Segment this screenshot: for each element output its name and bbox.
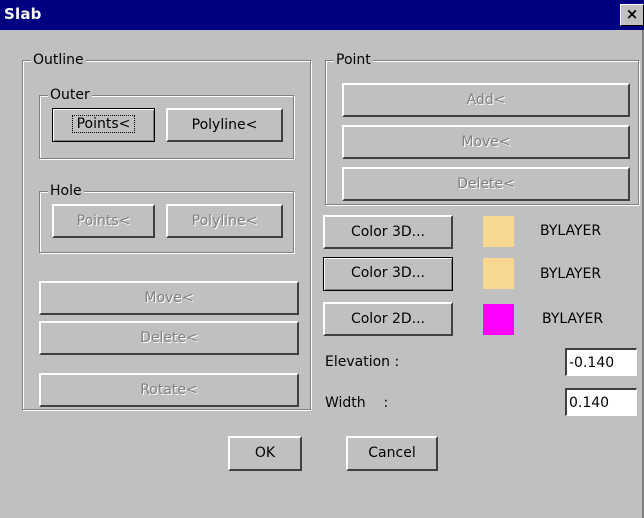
title-bar[interactable]: Slab × — [0, 0, 644, 30]
elevation-label: Elevation : — [325, 354, 400, 370]
color-2d-label: Color 2D... — [350, 311, 426, 327]
hole-label: Hole — [48, 182, 84, 200]
width-label: Width : — [325, 395, 389, 411]
color-3d-second-label: Color 3D... — [350, 265, 426, 281]
outer-label: Outer — [48, 86, 92, 104]
color-2d-swatch — [483, 304, 514, 335]
color-3d-second-value: BYLAYER — [540, 266, 602, 282]
point-group: Point Add< Move< Delete< — [325, 51, 639, 205]
ok-label: OK — [254, 445, 276, 461]
point-add-button[interactable]: Add< — [342, 83, 630, 117]
point-delete-label: Delete< — [457, 176, 515, 192]
hole-polyline-label: Polyline< — [191, 213, 258, 229]
color-3d-value: BYLAYER — [540, 223, 602, 239]
outline-group: Outline Outer Points< Polyline< Hole Poi… — [22, 51, 311, 410]
color-3d-button[interactable]: Color 3D... — [323, 215, 453, 249]
outer-polyline-label: Polyline< — [191, 117, 258, 133]
color-2d-button[interactable]: Color 2D... — [323, 302, 453, 336]
outline-label: Outline — [31, 51, 86, 69]
width-field[interactable] — [565, 388, 637, 416]
close-button[interactable]: × — [620, 4, 644, 26]
outline-rotate-button[interactable]: Rotate< — [39, 373, 299, 407]
outer-polyline-button[interactable]: Polyline< — [166, 108, 283, 142]
outer-points-label: Points< — [71, 115, 136, 133]
color-3d-swatch — [483, 216, 514, 247]
color-3d-label: Color 3D... — [350, 224, 426, 240]
slab-dialog: Slab × Outline Outer Points< Polyline< H… — [0, 0, 644, 518]
color-3d-second-swatch — [483, 258, 514, 289]
outline-delete-button[interactable]: Delete< — [39, 321, 299, 355]
outline-delete-label: Delete< — [140, 330, 198, 346]
close-icon: × — [625, 5, 639, 23]
outer-group: Outer Points< Polyline< — [39, 86, 294, 159]
hole-points-label: Points< — [76, 213, 131, 229]
hole-polyline-button[interactable]: Polyline< — [166, 204, 283, 238]
outer-points-button[interactable]: Points< — [52, 108, 155, 142]
outline-rotate-label: Rotate< — [140, 382, 198, 398]
hole-group: Hole Points< Polyline< — [39, 182, 294, 253]
color-2d-value: BYLAYER — [542, 311, 604, 327]
cancel-button[interactable]: Cancel — [346, 436, 438, 471]
ok-button[interactable]: OK — [228, 436, 302, 471]
point-add-label: Add< — [466, 92, 506, 108]
point-move-button[interactable]: Move< — [342, 125, 630, 159]
hole-points-button[interactable]: Points< — [52, 204, 155, 238]
point-label: Point — [334, 51, 373, 69]
point-move-label: Move< — [461, 134, 511, 150]
cancel-label: Cancel — [368, 445, 416, 461]
color-3d-second-button[interactable]: Color 3D... — [323, 257, 453, 291]
window-title: Slab — [4, 5, 42, 23]
outline-move-button[interactable]: Move< — [39, 281, 299, 315]
outline-move-label: Move< — [144, 290, 194, 306]
point-delete-button[interactable]: Delete< — [342, 167, 630, 201]
elevation-field[interactable] — [565, 348, 637, 376]
